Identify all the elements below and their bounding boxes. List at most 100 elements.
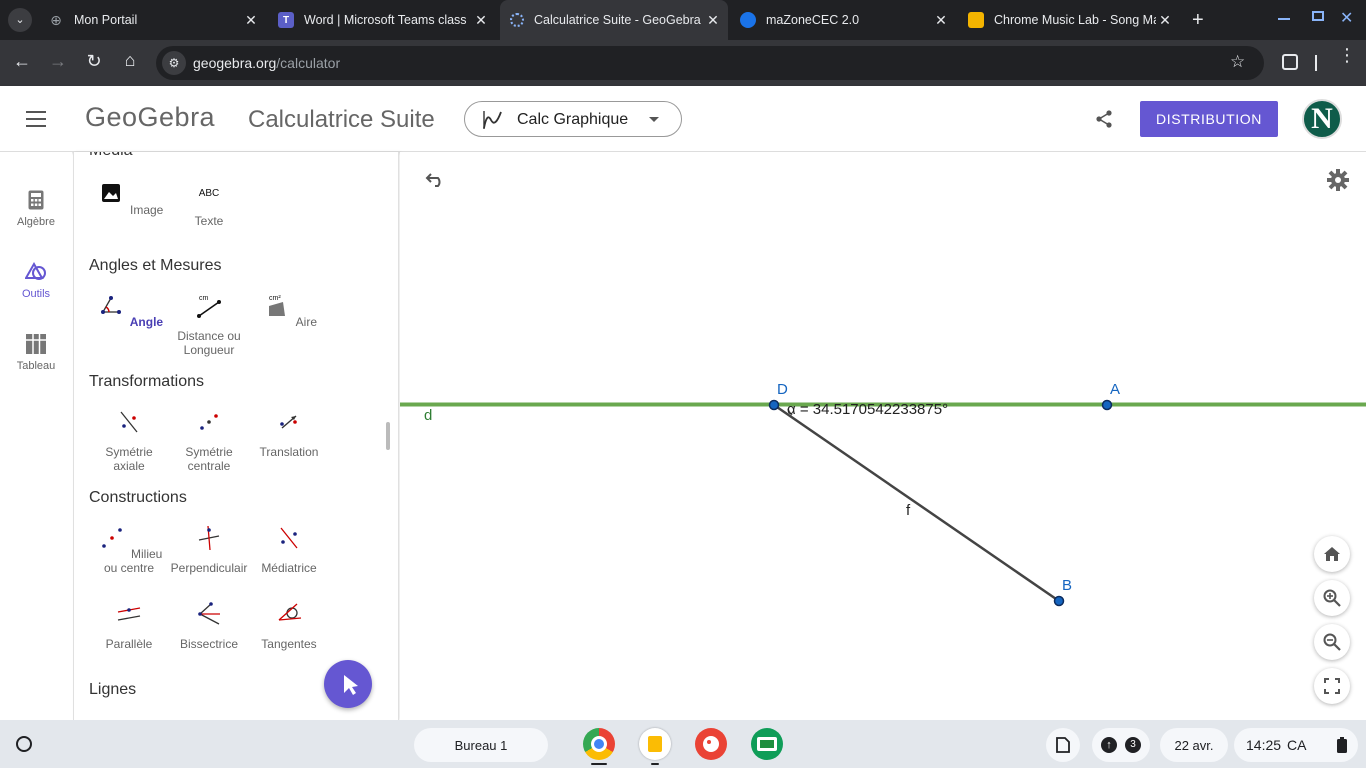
launcher-icon[interactable] bbox=[16, 736, 32, 752]
label-line-d: d bbox=[424, 407, 433, 424]
tool-text[interactable]: ABC Texte bbox=[169, 180, 249, 228]
app-selector-dropdown[interactable]: Calc Graphique bbox=[464, 101, 682, 137]
canvas-app-icon[interactable] bbox=[695, 728, 727, 760]
time-label: 14:25 bbox=[1246, 737, 1282, 753]
close-window-icon[interactable]: ✕ bbox=[1340, 8, 1353, 28]
keep-app-icon[interactable] bbox=[639, 728, 671, 760]
tab-title: Mon Portail bbox=[74, 13, 138, 27]
rail-item-algebra[interactable]: Algèbre bbox=[0, 190, 72, 228]
new-tab-icon[interactable]: + bbox=[1192, 9, 1204, 32]
shapes-icon bbox=[25, 262, 46, 280]
tool-reflect-line[interactable]: Symétrie axiale bbox=[89, 408, 169, 473]
fullscreen-button[interactable] bbox=[1314, 668, 1350, 704]
segment-f[interactable] bbox=[773, 403, 1060, 603]
reload-icon[interactable]: ↻ bbox=[84, 51, 104, 72]
hamburger-menu-icon[interactable] bbox=[26, 111, 46, 127]
label-point-B: B bbox=[1062, 577, 1073, 594]
desk-button[interactable]: Bureau 1 bbox=[414, 728, 548, 762]
maximize-icon[interactable] bbox=[1312, 11, 1324, 21]
date-tray[interactable]: 22 avr. bbox=[1160, 728, 1228, 762]
loading-icon bbox=[510, 13, 524, 27]
tool-label: Parallèle bbox=[105, 637, 153, 651]
tool-angle-bisector[interactable]: Bissectrice bbox=[169, 600, 249, 651]
tool-label: Angle bbox=[129, 315, 164, 329]
minimize-icon[interactable] bbox=[1278, 18, 1290, 20]
tab-title: Chrome Music Lab - Song Ma bbox=[994, 13, 1156, 27]
tool-reflect-point[interactable]: Symétrie centrale bbox=[169, 408, 249, 473]
rail-label: Algèbre bbox=[17, 216, 55, 228]
tab-mazonecec[interactable]: maZoneCEC 2.0 ✕ bbox=[730, 0, 956, 40]
parallel-icon bbox=[117, 607, 141, 621]
close-tab-icon[interactable]: ✕ bbox=[932, 12, 950, 29]
reflect-line-icon bbox=[120, 411, 138, 433]
avatar[interactable]: N bbox=[1302, 99, 1342, 139]
close-tab-icon[interactable]: ✕ bbox=[472, 12, 490, 29]
rail-item-tools[interactable]: Outils bbox=[0, 262, 72, 300]
holding-space-button[interactable] bbox=[1046, 728, 1080, 762]
tool-area[interactable]: cm² Aire bbox=[249, 292, 329, 329]
address-bar[interactable]: ⚙ geogebra.org/calculator ☆ bbox=[156, 46, 1264, 80]
app-title: Calculatrice Suite bbox=[248, 106, 435, 133]
back-icon[interactable]: ← bbox=[12, 51, 32, 72]
tab-title: Word | Microsoft Teams class bbox=[304, 13, 467, 27]
zoom-out-icon bbox=[1323, 633, 1341, 651]
zoom-in-button[interactable] bbox=[1314, 580, 1350, 616]
close-tab-icon[interactable]: ✕ bbox=[704, 12, 722, 29]
extensions-icon[interactable] bbox=[1282, 54, 1298, 70]
tool-distance[interactable]: cm Distance ou Longueur bbox=[169, 292, 249, 357]
tab-mon-portail[interactable]: ⊕ Mon Portail ✕ bbox=[38, 0, 266, 40]
bookmark-star-icon[interactable]: ☆ bbox=[1230, 52, 1245, 72]
chrome-app-icon[interactable] bbox=[583, 728, 615, 760]
home-icon[interactable]: ⌂ bbox=[120, 50, 140, 71]
move-tool-fab[interactable] bbox=[324, 660, 372, 708]
tool-angle[interactable]: Angle bbox=[89, 292, 169, 329]
standard-view-button[interactable] bbox=[1314, 536, 1350, 572]
rail-label: Tableau bbox=[16, 360, 56, 372]
distribution-button[interactable]: DISTRIBUTION bbox=[1140, 101, 1278, 137]
point-A[interactable] bbox=[1101, 399, 1113, 411]
site-info-icon[interactable]: ⚙ bbox=[162, 51, 186, 75]
notification-button[interactable]: ↑ 3 bbox=[1092, 728, 1150, 762]
tab-word-teams[interactable]: T Word | Microsoft Teams class ✕ bbox=[268, 0, 496, 40]
tool-parallel[interactable]: Parallèle bbox=[89, 600, 169, 651]
perpendicular-icon bbox=[198, 525, 220, 551]
tool-tangents[interactable]: Tangentes bbox=[249, 600, 329, 651]
menu-dots-icon[interactable]: ⋮ bbox=[1338, 46, 1356, 64]
point-B[interactable] bbox=[1053, 595, 1065, 607]
battery-icon bbox=[1336, 737, 1347, 753]
classroom-app-icon[interactable] bbox=[751, 728, 783, 760]
tool-translation[interactable]: Translation bbox=[249, 408, 329, 459]
tool-midpoint[interactable]: Milieu ou centre bbox=[89, 524, 169, 575]
section-title-constructions: Constructions bbox=[89, 489, 187, 506]
region-label: CA bbox=[1287, 737, 1307, 753]
distance-unit-text: cm bbox=[199, 295, 209, 302]
tangents-icon bbox=[278, 603, 302, 621]
tool-label: Texte bbox=[194, 214, 224, 228]
share-icon[interactable] bbox=[1094, 109, 1114, 129]
wifi-icon bbox=[1314, 741, 1323, 751]
forward-icon[interactable]: → bbox=[48, 51, 68, 72]
system-tray[interactable]: 14:25 CA bbox=[1234, 728, 1358, 762]
tab-chrome-music-lab[interactable]: Chrome Music Lab - Song Ma ✕ bbox=[958, 0, 1180, 40]
tool-label: Translation bbox=[259, 445, 319, 459]
geogebra-logo[interactable]: GeoGebra bbox=[85, 102, 215, 133]
panel-scrollbar[interactable] bbox=[386, 422, 390, 450]
tab-search-button[interactable]: ⌄ bbox=[8, 8, 32, 32]
point-D[interactable] bbox=[768, 399, 780, 411]
close-tab-icon[interactable]: ✕ bbox=[242, 12, 260, 29]
tool-perp-bisector[interactable]: Médiatrice bbox=[249, 524, 329, 575]
close-tab-icon[interactable]: ✕ bbox=[1156, 12, 1174, 29]
tab-geogebra[interactable]: Calculatrice Suite - GeoGebra ✕ bbox=[500, 0, 728, 40]
zoom-out-button[interactable] bbox=[1314, 624, 1350, 660]
label-segment-f: f bbox=[906, 502, 911, 519]
running-indicator bbox=[591, 763, 607, 765]
rail-label: Outils bbox=[21, 288, 51, 300]
zoom-in-icon bbox=[1323, 589, 1341, 607]
rail-item-table[interactable]: Tableau bbox=[0, 334, 72, 372]
translation-icon bbox=[280, 415, 297, 429]
tools-panel: Média Image ABC Texte Angles et Mesures … bbox=[73, 152, 399, 720]
tool-image[interactable]: Image bbox=[89, 180, 169, 217]
tab-title: Calculatrice Suite - GeoGebra bbox=[534, 13, 701, 27]
graphics-view[interactable]: d D A B f α = 34.5170542233875° bbox=[400, 152, 1366, 720]
tool-perpendicular[interactable]: Perpendiculair bbox=[169, 524, 249, 575]
